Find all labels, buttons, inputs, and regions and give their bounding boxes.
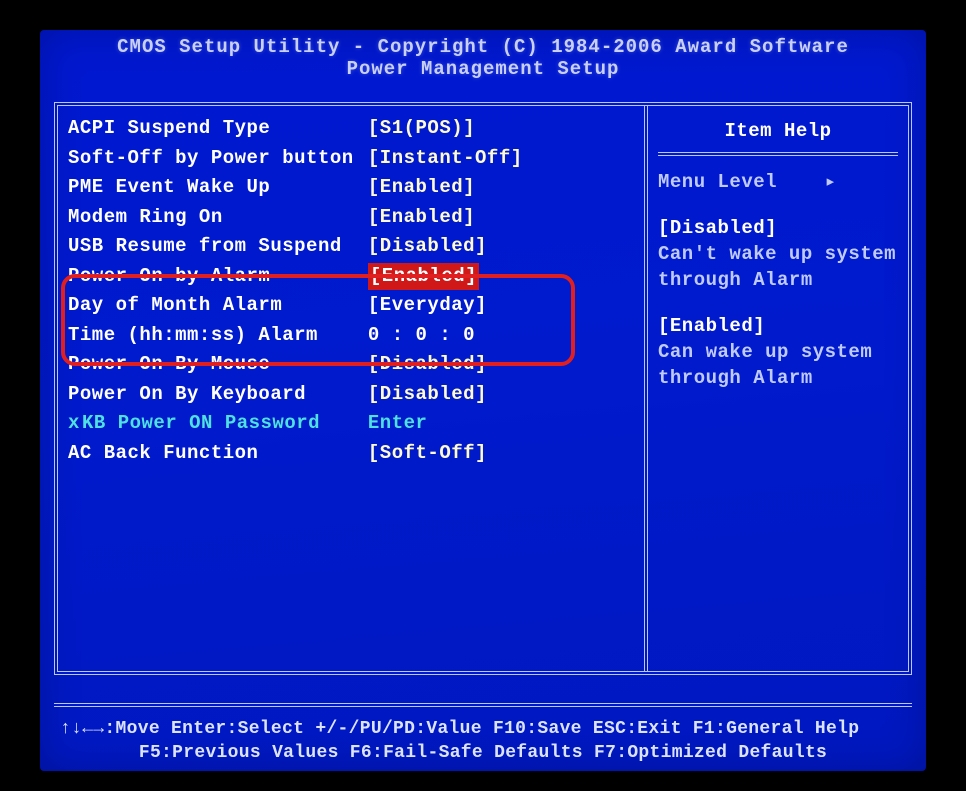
key-help-bar: ↑↓←→:Move Enter:Select +/-/PU/PD:Value F… <box>54 703 912 765</box>
menu-level: Menu Level ▸ <box>658 168 898 195</box>
key-help-row-2: F5:Previous Values F6:Fail-Safe Defaults… <box>54 741 912 765</box>
setting-label: AC Back Function <box>68 440 356 468</box>
setting-label: PME Event Wake Up <box>68 174 356 202</box>
help-text: through Alarm <box>658 267 898 293</box>
settings-panel: ACPI Suspend Type [S1(POS)] Soft-Off by … <box>58 106 648 671</box>
menu-level-label: Menu Level <box>658 171 777 193</box>
page-title: Power Management Setup <box>40 58 926 80</box>
setting-row[interactable]: PME Event Wake Up [Enabled] <box>68 173 644 203</box>
setting-value: [Enabled] <box>368 174 475 202</box>
setting-label: ACPI Suspend Type <box>68 115 356 143</box>
setting-value: [Enabled] <box>368 204 475 232</box>
item-help-panel: Item Help Menu Level ▸ [Disabled] Can't … <box>648 106 908 671</box>
help-opt-enabled-head: [Enabled] <box>658 313 898 339</box>
chevron-right-icon: ▸ <box>825 171 837 193</box>
setting-value: Enter <box>368 410 428 438</box>
help-text: through Alarm <box>658 365 898 391</box>
setting-row[interactable]: Modem Ring On [Enabled] <box>68 203 644 233</box>
item-help-title: Item Help <box>658 114 898 156</box>
setting-value: [Disabled] <box>368 381 487 409</box>
setting-label: Power On By Mouse <box>68 351 356 379</box>
setting-label: Power On By Keyboard <box>68 381 356 409</box>
setting-label: KB Power ON Password <box>82 410 356 438</box>
setting-value: [S1(POS)] <box>368 115 475 143</box>
setting-value: [Disabled] <box>368 233 487 261</box>
setting-value: [Enabled] <box>368 263 479 291</box>
header: CMOS Setup Utility - Copyright (C) 1984-… <box>40 30 926 88</box>
setting-row[interactable]: Soft-Off by Power button [Instant-Off] <box>68 144 644 174</box>
setting-row[interactable]: Power On By Keyboard [Disabled] <box>68 380 644 410</box>
setting-label: USB Resume from Suspend <box>68 233 356 261</box>
setting-value: 0 : 0 : 0 <box>368 322 475 350</box>
setting-row[interactable]: USB Resume from Suspend [Disabled] <box>68 232 644 262</box>
setting-row[interactable]: ACPI Suspend Type [S1(POS)] <box>68 114 644 144</box>
setting-row-disabled: xKB Power ON Password Enter <box>68 409 644 439</box>
setting-value: [Everyday] <box>368 292 487 320</box>
main-frame: ACPI Suspend Type [S1(POS)] Soft-Off by … <box>54 102 912 675</box>
bios-screen: CMOS Setup Utility - Copyright (C) 1984-… <box>40 30 926 771</box>
setting-value: [Instant-Off] <box>368 145 523 173</box>
help-text: Can wake up system <box>658 339 898 365</box>
key-help-row-1: ↑↓←→:Move Enter:Select +/-/PU/PD:Value F… <box>54 717 912 741</box>
setting-label: Power-On by Alarm <box>68 263 356 291</box>
setting-row[interactable]: Day of Month Alarm [Everyday] <box>68 291 644 321</box>
help-opt-disabled-head: [Disabled] <box>658 215 898 241</box>
setting-row[interactable]: AC Back Function [Soft-Off] <box>68 439 644 469</box>
disabled-marker-icon: x <box>68 410 82 438</box>
setting-label: Modem Ring On <box>68 204 356 232</box>
help-text: Can't wake up system <box>658 241 898 267</box>
setting-label: Soft-Off by Power button <box>68 145 356 173</box>
setting-row-selected[interactable]: Power-On by Alarm [Enabled] <box>68 262 644 292</box>
setting-value: [Soft-Off] <box>368 440 487 468</box>
setting-row[interactable]: Power On By Mouse [Disabled] <box>68 350 644 380</box>
setting-row[interactable]: Time (hh:mm:ss) Alarm 0 : 0 : 0 <box>68 321 644 351</box>
util-title: CMOS Setup Utility - Copyright (C) 1984-… <box>40 36 926 58</box>
setting-label: Time (hh:mm:ss) Alarm <box>68 322 356 350</box>
setting-label: Day of Month Alarm <box>68 292 356 320</box>
setting-value: [Disabled] <box>368 351 487 379</box>
